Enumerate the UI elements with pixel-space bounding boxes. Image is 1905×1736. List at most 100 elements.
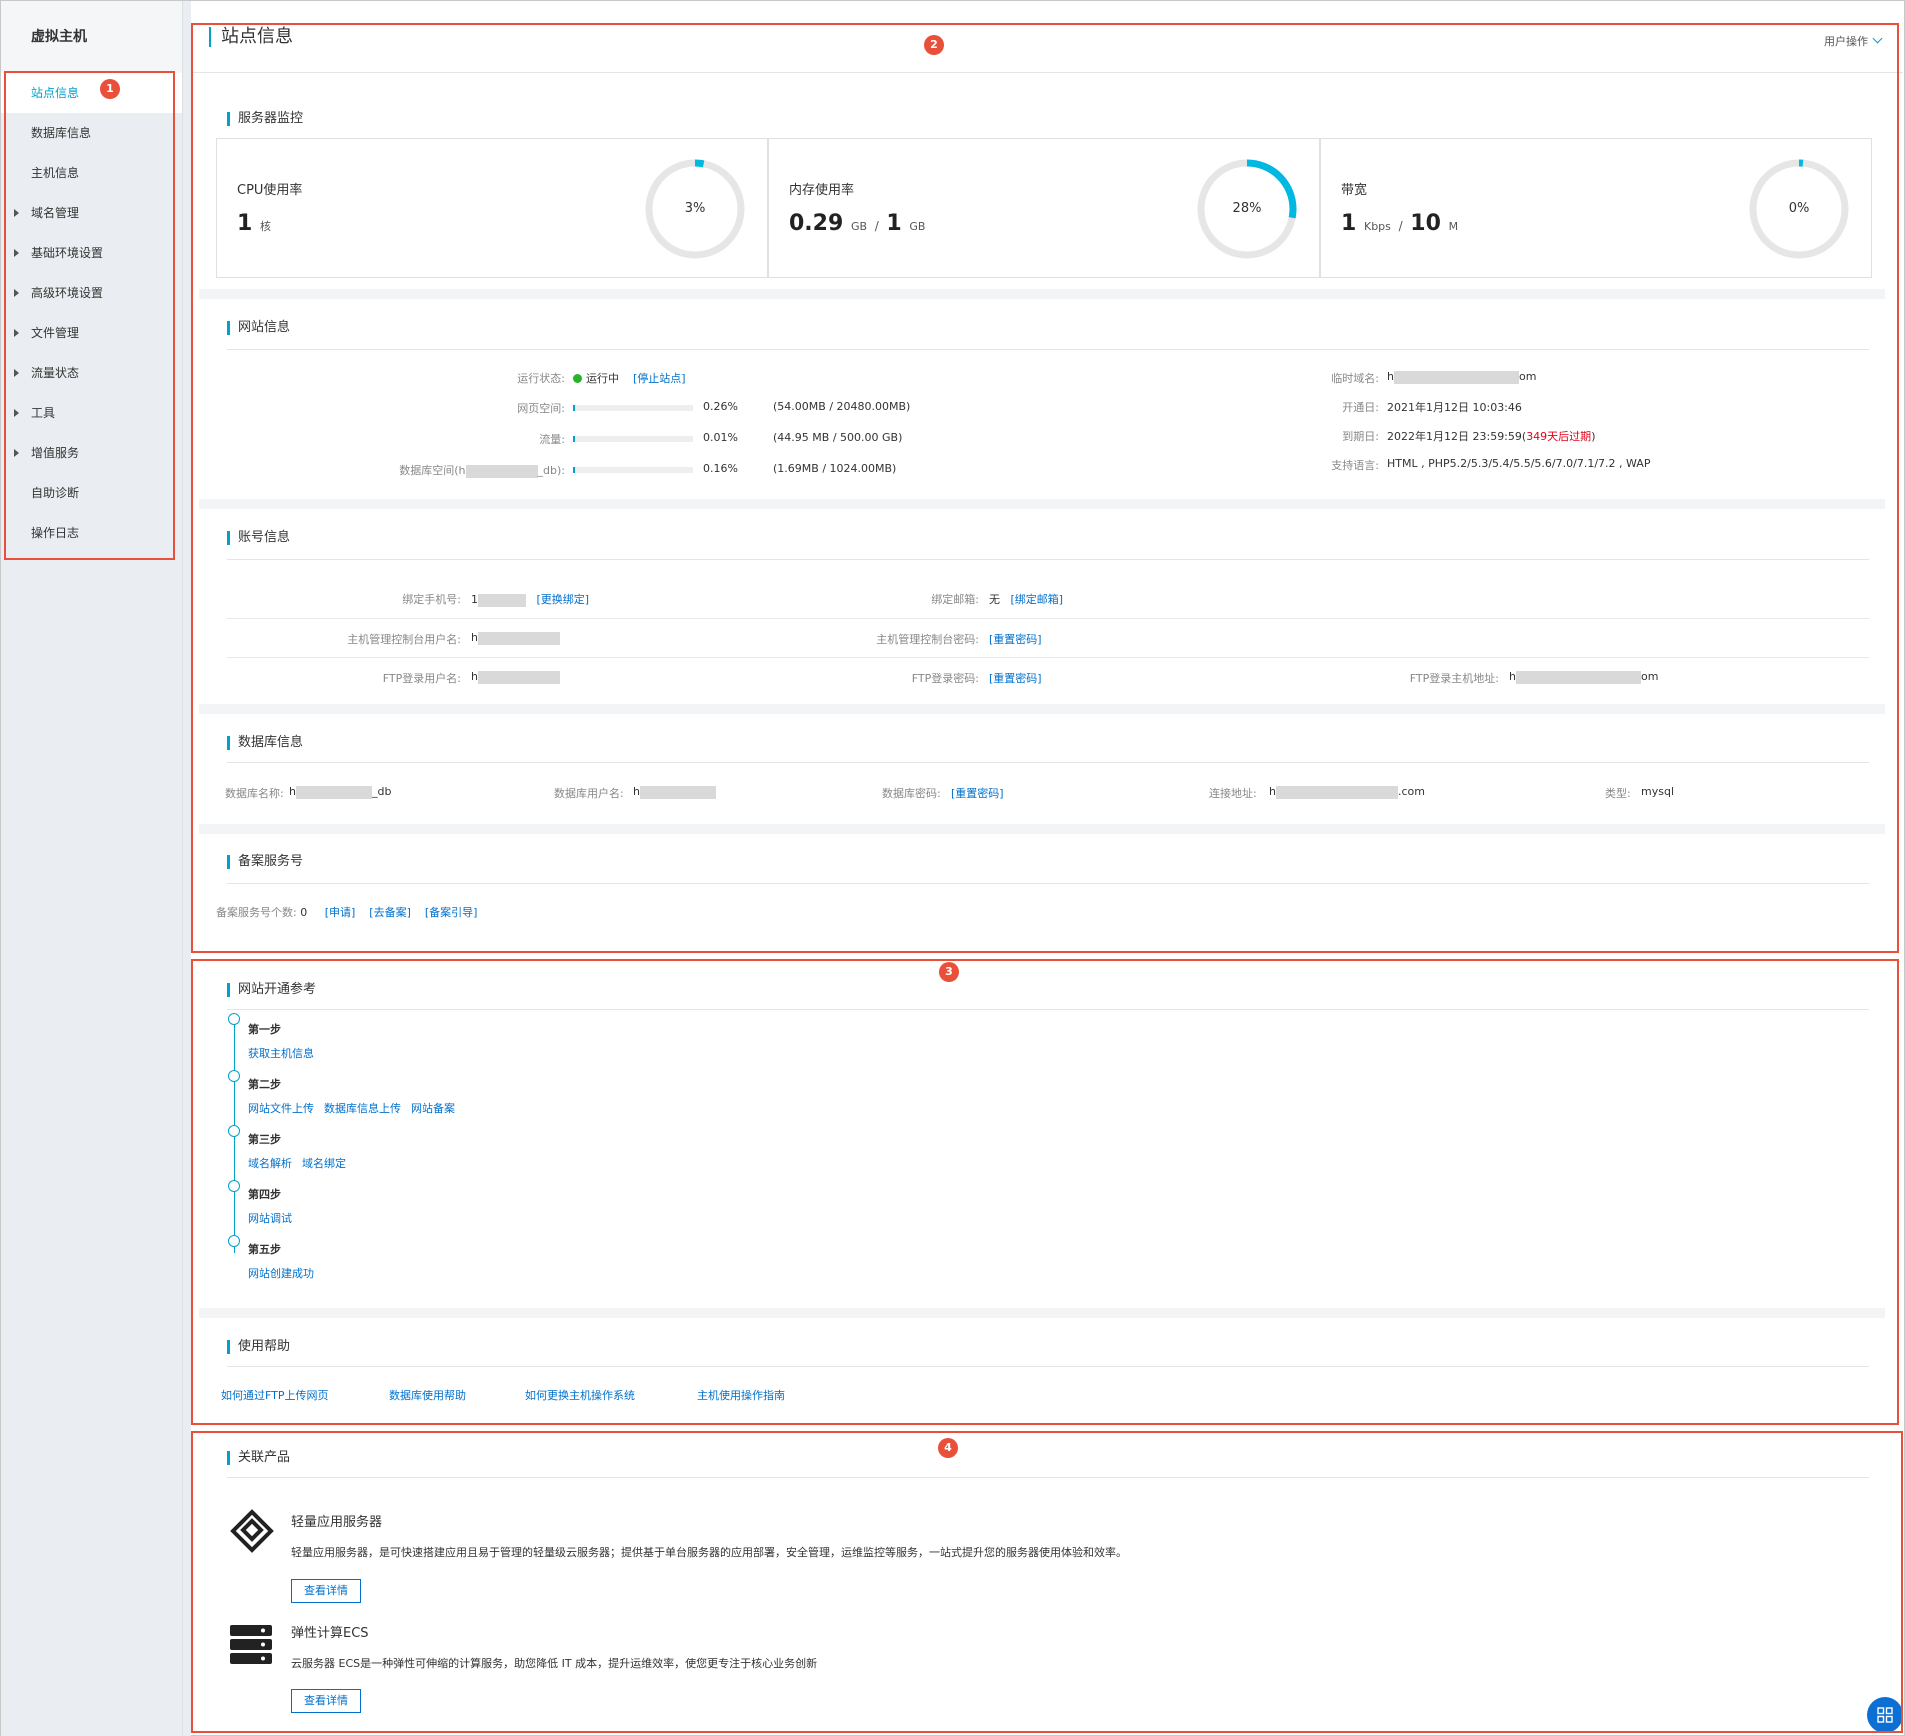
- sidebar-item-traffic-status[interactable]: 流量状态: [1, 353, 182, 393]
- redacted-block: [478, 593, 526, 607]
- ftp-password-value: [重置密码]: [989, 670, 1042, 686]
- memory-total-unit: GB: [909, 220, 926, 233]
- sidebar-item-self-diagnosis[interactable]: 自助诊断: [1, 473, 182, 513]
- sidebar-item-operation-log[interactable]: 操作日志: [1, 513, 182, 553]
- page-title: 站点信息: [209, 27, 293, 47]
- section-rule: [227, 559, 1869, 560]
- phone-value: 1 [更换绑定]: [471, 591, 589, 607]
- step-link-debug[interactable]: 网站调试: [248, 1212, 292, 1225]
- section-title: 备案服务号: [227, 855, 303, 869]
- caret-right-icon: [14, 289, 19, 297]
- website-info-section: 网站信息 运行状态: 运行中 [停止站点] 网页空间: 0.26% (54.00…: [203, 299, 1881, 499]
- beian-count-value: 0: [300, 906, 308, 919]
- product-description: 轻量应用服务器，是可快速搭建应用且易于管理的轻量级云服务器；提供基于单台服务器的…: [291, 1546, 1127, 1559]
- step-link-bind-domain[interactable]: 域名绑定: [302, 1157, 346, 1170]
- bandwidth-percent: 0%: [1788, 201, 1810, 216]
- step-link-site-created[interactable]: 网站创建成功: [248, 1267, 314, 1280]
- reset-ftp-password-link[interactable]: [重置密码]: [989, 672, 1042, 685]
- ecs-server-icon: [230, 1625, 272, 1664]
- product-details-button[interactable]: 查看详情: [291, 1689, 361, 1713]
- step-4-title: 第四步: [248, 1188, 281, 1201]
- cpu-value: 1 核: [237, 211, 271, 236]
- help-change-os-link[interactable]: 如何更换主机操作系统: [525, 1387, 635, 1403]
- step-link-upload-files[interactable]: 网站文件上传: [248, 1102, 314, 1115]
- sidebar-item-label: 自助诊断: [31, 486, 80, 500]
- beian-guide-link[interactable]: [备案引导]: [425, 906, 478, 919]
- redacted-block: [639, 785, 716, 799]
- section-title: 数据库信息: [227, 736, 303, 750]
- cpu-cores: 1: [237, 211, 253, 236]
- section-title: 服务器监控: [227, 112, 303, 126]
- sidebar-item-label: 文件管理: [31, 326, 80, 340]
- caret-right-icon: [14, 409, 19, 417]
- help-ftp-upload-link[interactable]: 如何通过FTP上传网页: [221, 1387, 329, 1403]
- section-title: 关联产品: [227, 1451, 290, 1465]
- memory-value: 0.29 GB / 1 GB: [789, 211, 925, 236]
- db-name-post: _db: [371, 785, 392, 798]
- sidebar-item-site-info[interactable]: 站点信息: [1, 73, 182, 113]
- console-user-value: h: [471, 631, 560, 645]
- step-4-circle: [228, 1180, 240, 1192]
- web-space-bar-fill: [573, 405, 575, 411]
- step-link-dns[interactable]: 域名解析: [248, 1157, 292, 1170]
- sidebar-item-tools[interactable]: 工具: [1, 393, 182, 433]
- reset-console-password-link[interactable]: [重置密码]: [989, 633, 1042, 646]
- section-rule: [227, 762, 1869, 763]
- web-space-bar: [573, 405, 693, 411]
- step-2-links: 网站文件上传 数据库信息上传 网站备案: [248, 1100, 465, 1116]
- open-date-value: 2021年1月12日 10:03:46: [1387, 401, 1522, 414]
- expire-date-text: 2022年1月12日 23:59:59(: [1387, 430, 1527, 443]
- step-1-links: 获取主机信息: [248, 1045, 324, 1061]
- db-host-post: .com: [1397, 785, 1425, 798]
- expire-date-value: 2022年1月12日 23:59:59(349天后过期): [1387, 428, 1595, 444]
- step-link-get-host-info[interactable]: 获取主机信息: [248, 1047, 314, 1060]
- run-status-label: 运行状态:: [517, 372, 565, 385]
- traffic-label: 流量:: [539, 433, 565, 446]
- user-operations-dropdown[interactable]: 用户操作: [1824, 33, 1883, 49]
- floating-grid-button[interactable]: [1867, 1697, 1903, 1733]
- memory-total: 1: [886, 211, 902, 236]
- traffic-detail: (44.95 MB / 500.00 GB): [773, 431, 903, 444]
- sidebar-item-basic-env[interactable]: 基础环境设置: [1, 233, 182, 273]
- bandwidth-label: 带宽: [1341, 183, 1368, 198]
- step-2-circle: [228, 1070, 240, 1082]
- bandwidth-monitor-card: 带宽 1 Kbps / 10 M 0%: [1320, 138, 1872, 278]
- db-space-label-post: _db):: [537, 464, 565, 477]
- sidebar-item-advanced-env[interactable]: 高级环境设置: [1, 273, 182, 313]
- sidebar-item-file-management[interactable]: 文件管理: [1, 313, 182, 353]
- expire-close: ): [1591, 430, 1596, 443]
- main-content: 站点信息 用户操作 服务器监控 CPU使用率 1 核 3% 内存使用率 0.29…: [191, 1, 1903, 1736]
- help-database-link[interactable]: 数据库使用帮助: [389, 1387, 466, 1403]
- chevron-down-icon: [1872, 33, 1883, 44]
- website-setup-steps-section: 网站开通参考 第一步 获取主机信息 第二步 网站文件上传 数据库信息上传 网站备案 …: [203, 961, 1881, 1308]
- product-details-button[interactable]: 查看详情: [291, 1579, 361, 1603]
- reset-db-password-link[interactable]: [重置密码]: [951, 787, 1004, 800]
- change-binding-link[interactable]: [更换绑定]: [537, 593, 590, 606]
- step-link-beian[interactable]: 网站备案: [411, 1102, 455, 1115]
- ftp-user-pre: h: [471, 670, 478, 683]
- beian-apply-link[interactable]: [申请]: [325, 906, 356, 919]
- languages-label: 支持语言:: [1331, 459, 1379, 472]
- lightweight-server-icon: [230, 1509, 274, 1553]
- bandwidth-value: 1 Kbps / 10 M: [1341, 211, 1458, 236]
- sidebar-item-label: 基础环境设置: [31, 246, 104, 260]
- account-info-section: 账号信息 绑定手机号: 1 [更换绑定] 绑定邮箱: 无 [绑定邮箱] 主机管理…: [203, 509, 1881, 705]
- open-date-label: 开通日:: [1342, 401, 1379, 414]
- ftp-host-label: FTP登录主机地址:: [1409, 672, 1499, 685]
- db-host-value: h .com: [1269, 785, 1425, 799]
- sidebar-item-host-info[interactable]: 主机信息: [1, 153, 182, 193]
- redacted-block: [465, 464, 538, 478]
- temp-domain-post: om: [1518, 370, 1537, 383]
- help-host-guide-link[interactable]: 主机使用操作指南: [697, 1387, 785, 1403]
- beian-go-link[interactable]: [去备案]: [369, 906, 411, 919]
- bind-email-link[interactable]: [绑定邮箱]: [1011, 593, 1064, 606]
- row-divider: [227, 657, 1869, 658]
- ftp-host-value: h om: [1509, 670, 1658, 684]
- sidebar-item-database-info[interactable]: 数据库信息: [1, 113, 182, 153]
- sidebar-item-value-added[interactable]: 增值服务: [1, 433, 182, 473]
- sidebar-item-domain-management[interactable]: 域名管理: [1, 193, 182, 233]
- stop-site-link[interactable]: [停止站点]: [633, 372, 686, 385]
- step-link-upload-db[interactable]: 数据库信息上传: [324, 1102, 401, 1115]
- bandwidth-total: 10: [1410, 211, 1441, 236]
- ftp-user-label: FTP登录用户名:: [382, 672, 461, 685]
